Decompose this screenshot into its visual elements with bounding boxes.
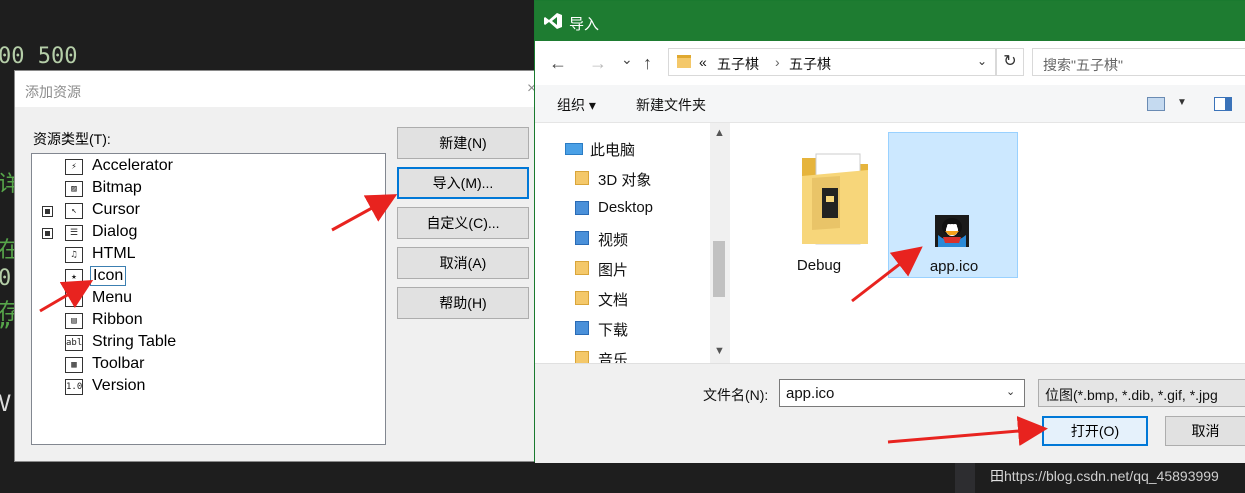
tree-item-dialog[interactable]: ☰ Dialog	[32, 222, 382, 244]
nav-item-label: Desktop	[598, 199, 654, 216]
folder-icon	[802, 153, 868, 245]
tree-item-toolbar[interactable]: ▦ Toolbar	[32, 354, 382, 376]
scroll-up-icon[interactable]: ▲	[714, 127, 725, 139]
tree-item-label: Bitmap	[92, 179, 142, 196]
tree-item-label: Menu	[92, 289, 133, 306]
expand-icon[interactable]	[42, 206, 53, 217]
import-dialog: 导入 ← → ⌄ ↑ « 五子棋 › 五子棋 ⌄ ↻ 搜索"五子棋" 组织 ▾ …	[534, 0, 1245, 463]
resource-type-label: 资源类型(T):	[33, 131, 111, 147]
scroll-thumb[interactable]	[713, 241, 725, 297]
tree-item-version[interactable]: 1.0 Version	[32, 376, 382, 398]
filename-input[interactable]: app.ico ⌄	[779, 379, 1025, 407]
tree-item-label: Cursor	[92, 201, 141, 218]
documents-icon	[575, 291, 589, 305]
filename-label: 文件名(N):	[703, 387, 769, 403]
code-text: 0	[0, 266, 12, 291]
import-button[interactable]: 导入(M)...	[397, 167, 529, 199]
nav-item-videos[interactable]: 视频	[575, 226, 710, 252]
file-item[interactable]: Debug	[754, 132, 884, 278]
tree-item-label: Ribbon	[92, 311, 143, 328]
music-icon	[575, 351, 589, 363]
nav-scrollbar[interactable]: ▲ ▼	[710, 123, 728, 363]
file-type-filter[interactable]: 位图(*.bmp, *.dib, *.gif, *.jpg	[1038, 379, 1245, 407]
view-mode-icon[interactable]	[1147, 97, 1165, 111]
nav-item-label: 下载	[598, 322, 629, 339]
scroll-down-icon[interactable]: ▼	[714, 345, 725, 357]
chevron-down-icon[interactable]: ⌄	[1006, 385, 1015, 398]
desktop-icon	[575, 201, 589, 215]
code-text: V	[0, 392, 12, 417]
bitmap-icon: ▨	[65, 181, 83, 197]
tree-item-html[interactable]: ♫ HTML	[32, 244, 382, 266]
tree-item-label: String Table	[92, 333, 177, 350]
refresh-button[interactable]: ↻	[996, 48, 1024, 76]
pictures-icon	[575, 261, 589, 275]
search-input[interactable]: 搜索"五子棋"	[1032, 48, 1245, 76]
help-button[interactable]: 帮助(H)	[397, 287, 529, 319]
accelerator-icon: ⚡	[65, 159, 83, 175]
app-ico-icon	[935, 215, 969, 247]
preview-pane-icon[interactable]	[1214, 97, 1232, 111]
code-comment: ”	[0, 320, 11, 345]
cancel-button[interactable]: 取消	[1165, 416, 1245, 446]
nav-item-desktop[interactable]: Desktop	[575, 196, 710, 222]
nav-item-label: 3D 对象	[598, 172, 652, 189]
watermark-text: 田https://blog.csdn.net/qq_45893999	[990, 468, 1219, 484]
tree-item-string-table[interactable]: abl String Table	[32, 332, 382, 354]
dialog-title: 添加资源	[25, 84, 81, 100]
tree-item-bitmap[interactable]: ▨ Bitmap	[32, 178, 382, 200]
tree-item-label: Icon	[90, 266, 127, 286]
nav-item-pictures[interactable]: 图片	[575, 256, 710, 282]
tree-item-label: Dialog	[92, 223, 138, 240]
ribbon-icon: ▤	[65, 313, 83, 329]
tree-item-ribbon[interactable]: ▤ Ribbon	[32, 310, 382, 332]
icon-resource-icon: ★	[65, 269, 83, 285]
version-icon: 1.0	[65, 379, 83, 395]
string-table-icon: abl	[65, 335, 83, 351]
file-name: app.ico	[929, 258, 979, 275]
custom-button[interactable]: 自定义(C)...	[397, 207, 529, 239]
resource-type-tree[interactable]: ⚡ Accelerator ▨ Bitmap ↖ Cursor ☰ Dialog ♫ HTML ★ I…	[31, 153, 386, 445]
nav-item-label: 音乐	[598, 352, 629, 363]
tree-item-label: Accelerator	[92, 157, 173, 174]
open-button[interactable]: 打开(O)	[1042, 416, 1148, 446]
tree-item-label: HTML	[92, 245, 136, 262]
tree-item-menu[interactable]: ≡ Menu	[32, 288, 382, 310]
tree-item-label: Version	[92, 377, 146, 394]
add-resource-dialog: 添加资源 × 资源类型(T): ⚡ Accelerator ▨ Bitmap ↖ Curs…	[14, 70, 544, 462]
tree-item-accelerator[interactable]: ⚡ Accelerator	[32, 156, 382, 178]
file-list: Debug app.ico	[730, 123, 1245, 363]
tree-item-label: Toolbar	[92, 355, 145, 372]
3d-objects-icon	[575, 171, 589, 185]
html-icon: ♫	[65, 247, 83, 263]
nav-item-downloads[interactable]: 下载	[575, 316, 710, 342]
new-button[interactable]: 新建(N)	[397, 127, 529, 159]
nav-item-label: 文档	[598, 292, 629, 309]
file-name: Debug	[796, 257, 842, 274]
nav-item-3d-objects[interactable]: 3D 对象	[575, 166, 710, 192]
chevron-down-icon[interactable]: ▼	[1177, 97, 1187, 108]
videos-icon	[575, 231, 589, 245]
file-item-selected[interactable]: app.ico	[888, 132, 1018, 278]
nav-item-label: 视频	[598, 232, 629, 249]
tree-item-cursor[interactable]: ↖ Cursor	[32, 200, 382, 222]
chevron-down-icon[interactable]: ⌄	[977, 54, 987, 68]
cursor-icon: ↖	[65, 203, 83, 219]
nav-item-documents[interactable]: 文档	[575, 286, 710, 312]
nav-item-label: 图片	[598, 262, 629, 279]
menu-icon: ≡	[65, 291, 83, 307]
nav-item-music[interactable]: 音乐	[575, 346, 710, 363]
cancel-button[interactable]: 取消(A)	[397, 247, 529, 279]
tree-item-icon[interactable]: ★ Icon	[32, 266, 382, 288]
downloads-icon	[575, 321, 589, 335]
address-bar[interactable]: « 五子棋 › 五子棋 ⌄	[668, 48, 996, 76]
editor-scrollbar[interactable]	[955, 460, 975, 493]
dialog-icon: ☰	[65, 225, 83, 241]
dialog-titlebar: 添加资源 ×	[15, 71, 543, 107]
breadcrumb-item[interactable]: 五子棋	[789, 54, 831, 74]
toolbar-icon: ▦	[65, 357, 83, 373]
breadcrumb-item[interactable]: 五子棋	[717, 54, 759, 74]
expand-icon[interactable]	[42, 228, 53, 239]
code-text: 00 500	[0, 44, 78, 69]
